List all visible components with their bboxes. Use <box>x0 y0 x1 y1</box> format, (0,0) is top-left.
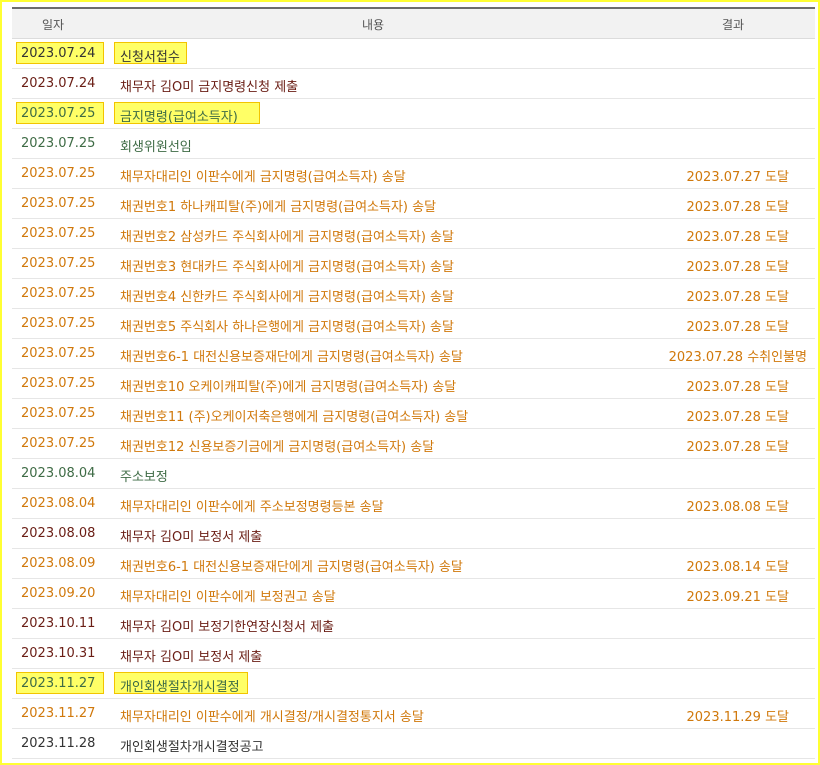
table-row: 2023.07.25 채권번호12 신용보증기금에게 금지명령(급여소득자) 송달… <box>12 429 815 459</box>
row-content: 채무자 김O미 보정서 제출 <box>120 650 263 665</box>
row-date: 2023.10.11 <box>21 616 96 631</box>
header-result: 결과 <box>722 18 745 32</box>
table-row: 2023.08.09 채권번호6-1 대전신용보증재단에게 금지명령(급여소득자)… <box>12 549 815 579</box>
row-date: 2023.07.25 <box>21 346 96 361</box>
row-content: 개인회생절차개시결정공고 <box>120 740 264 755</box>
row-content: 채권번호3 현대카드 주식회사에게 금지명령(급여소득자) 송달 <box>120 260 454 275</box>
row-content: 채무자 김O미 보정기한연장신청서 제출 <box>120 620 334 635</box>
row-date: 2023.07.25 <box>21 316 96 331</box>
row-content: 채무자대리인 이판수에게 금지명령(급여소득자) 송달 <box>120 170 406 185</box>
row-date: 2023.07.24 <box>21 46 96 61</box>
table-row: 2023.07.25 회생위원선임 <box>12 129 815 159</box>
table-row: 2023.07.25 채권번호1 하나캐피탈(주)에게 금지명령(급여소득자) 송… <box>12 189 815 219</box>
row-content: 채무자대리인 이판수에게 주소보정명령등본 송달 <box>120 500 384 515</box>
row-date: 2023.07.25 <box>21 226 96 241</box>
row-result: 2023.07.28 도달 <box>686 380 790 395</box>
table-header: 일자 내용 결과 <box>12 7 815 39</box>
row-date: 2023.11.27 <box>21 706 96 721</box>
row-date: 2023.11.28 <box>21 736 96 751</box>
row-content: 금지명령(급여소득자) <box>120 110 238 125</box>
row-result: 2023.07.28 수취인불명 <box>668 350 807 365</box>
row-result: 2023.09.21 도달 <box>686 590 790 605</box>
row-date: 2023.07.25 <box>21 376 96 391</box>
table-row: 2023.10.11 채무자 김O미 보정기한연장신청서 제출 <box>12 609 815 639</box>
row-result: 2023.07.28 도달 <box>686 260 790 275</box>
table-row: 2023.11.27 채무자대리인 이판수에게 개시결정/개시결정통지서 송달 20… <box>12 699 815 729</box>
row-content: 회생위원선임 <box>120 140 192 155</box>
table-row: 2023.09.20 채무자대리인 이판수에게 보정권고 송달 2023.09.21… <box>12 579 815 609</box>
row-content: 채권번호4 신한카드 주식회사에게 금지명령(급여소득자) 송달 <box>120 290 454 305</box>
row-date: 2023.07.25 <box>21 406 96 421</box>
row-result: 2023.08.08 도달 <box>686 500 790 515</box>
row-content: 개인회생절차개시결정 <box>120 680 240 695</box>
table-row: 2023.07.25 채권번호2 삼성카드 주식회사에게 금지명령(급여소득자) … <box>12 219 815 249</box>
table-row: 2023.08.08 채무자 김O미 보정서 제출 <box>12 519 815 549</box>
table-row: 2023.07.25 채권번호10 오케이캐피탈(주)에게 금지명령(급여소득자)… <box>12 369 815 399</box>
row-content: 채무자대리인 이판수에게 개시결정/개시결정통지서 송달 <box>120 710 424 725</box>
row-result: 2023.07.28 도달 <box>686 200 790 215</box>
header-content: 내용 <box>362 18 385 32</box>
row-date: 2023.08.08 <box>21 526 96 541</box>
row-date: 2023.07.25 <box>21 166 96 181</box>
row-content: 채권번호12 신용보증기금에게 금지명령(급여소득자) 송달 <box>120 440 435 455</box>
row-result: 2023.07.28 도달 <box>686 410 790 425</box>
row-result: 2023.07.28 도달 <box>686 230 790 245</box>
row-date: 2023.07.24 <box>21 76 96 91</box>
row-date: 2023.07.25 <box>21 136 96 151</box>
row-content: 채권번호10 오케이캐피탈(주)에게 금지명령(급여소득자) 송달 <box>120 380 457 395</box>
row-date: 2023.07.25 <box>21 436 96 451</box>
row-result: 2023.07.28 도달 <box>686 290 790 305</box>
row-date: 2023.08.04 <box>21 496 96 511</box>
table-row: 2023.07.25 채권번호5 주식회사 하나은행에게 금지명령(급여소득자) … <box>12 309 815 339</box>
table-row: 2023.10.31 채무자 김O미 보정서 제출 <box>12 639 815 669</box>
table-row: 2023.08.04 주소보정 <box>12 459 815 489</box>
case-history-table: 일자 내용 결과 2023.07.24 신청서접수 2023.07.24 채무자 김O… <box>12 7 815 759</box>
row-date: 2023.07.25 <box>21 106 96 121</box>
row-content: 채권번호2 삼성카드 주식회사에게 금지명령(급여소득자) 송달 <box>120 230 454 245</box>
screenshot-frame: 일자 내용 결과 2023.07.24 신청서접수 2023.07.24 채무자 김O… <box>0 0 820 765</box>
row-date: 2023.07.25 <box>21 256 96 271</box>
table-row: 2023.11.27 개인회생절차개시결정 <box>12 669 815 699</box>
table-row: 2023.07.24 채무자 김O미 금지명령신청 제출 <box>12 69 815 99</box>
row-result: 2023.07.27 도달 <box>686 170 790 185</box>
table-row: 2023.11.28 개인회생절차개시결정공고 <box>12 729 815 759</box>
row-content: 채권번호1 하나캐피탈(주)에게 금지명령(급여소득자) 송달 <box>120 200 437 215</box>
table-row: 2023.07.25 채권번호6-1 대전신용보증재단에게 금지명령(급여소득자)… <box>12 339 815 369</box>
row-date: 2023.08.04 <box>21 466 96 481</box>
header-date: 일자 <box>42 18 65 32</box>
row-content: 신청서접수 <box>120 50 180 65</box>
row-content: 채권번호5 주식회사 하나은행에게 금지명령(급여소득자) 송달 <box>120 320 454 335</box>
row-content: 채권번호11 (주)오케이저축은행에게 금지명령(급여소득자) 송달 <box>120 410 469 425</box>
table-row: 2023.07.24 신청서접수 <box>12 39 815 69</box>
row-content: 채무자 김O미 금지명령신청 제출 <box>120 80 299 95</box>
row-content: 채권번호6-1 대전신용보증재단에게 금지명령(급여소득자) 송달 <box>120 350 463 365</box>
table-row: 2023.08.04 채무자대리인 이판수에게 주소보정명령등본 송달 2023.0… <box>12 489 815 519</box>
table-row: 2023.07.25 금지명령(급여소득자) <box>12 99 815 129</box>
row-date: 2023.07.25 <box>21 196 96 211</box>
row-date: 2023.09.20 <box>21 586 96 601</box>
table-row: 2023.07.25 채권번호3 현대카드 주식회사에게 금지명령(급여소득자) … <box>12 249 815 279</box>
row-result: 2023.07.28 도달 <box>686 440 790 455</box>
table-row: 2023.07.25 채권번호4 신한카드 주식회사에게 금지명령(급여소득자) … <box>12 279 815 309</box>
row-content: 채무자 김O미 보정서 제출 <box>120 530 263 545</box>
row-result: 2023.11.29 도달 <box>686 710 790 725</box>
table-row: 2023.07.25 채권번호11 (주)오케이저축은행에게 금지명령(급여소득자… <box>12 399 815 429</box>
row-result: 2023.08.14 도달 <box>686 560 790 575</box>
row-date: 2023.08.09 <box>21 556 96 571</box>
table-body: 2023.07.24 신청서접수 2023.07.24 채무자 김O미 금지명령신청 … <box>12 39 815 759</box>
row-date: 2023.07.25 <box>21 286 96 301</box>
row-content: 채무자대리인 이판수에게 보정권고 송달 <box>120 590 336 605</box>
row-date: 2023.10.31 <box>21 646 96 661</box>
row-result: 2023.07.28 도달 <box>686 320 790 335</box>
row-content: 채권번호6-1 대전신용보증재단에게 금지명령(급여소득자) 송달 <box>120 560 463 575</box>
row-date: 2023.11.27 <box>21 676 96 691</box>
row-content: 주소보정 <box>120 470 168 485</box>
table-row: 2023.07.25 채무자대리인 이판수에게 금지명령(급여소득자) 송달 202… <box>12 159 815 189</box>
